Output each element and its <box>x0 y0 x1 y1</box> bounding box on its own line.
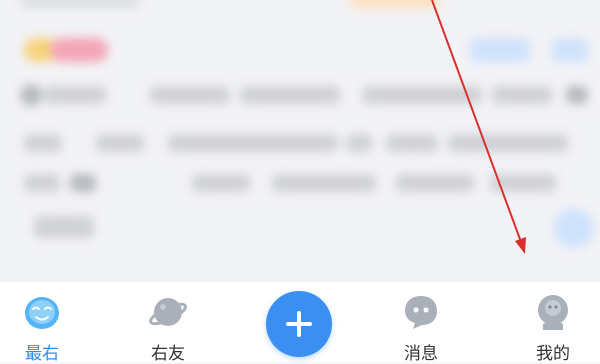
chat-bubble-icon <box>401 292 441 332</box>
tab-zuiyou[interactable]: 最右 <box>0 282 102 364</box>
tab-label-mine: 我的 <box>536 344 570 364</box>
planet-icon <box>148 292 188 332</box>
tab-messages[interactable]: 消息 <box>361 282 481 364</box>
plus-icon <box>286 311 312 337</box>
tab-label-messages: 消息 <box>404 344 438 364</box>
red-annotation-arrow <box>431 0 526 254</box>
post-button[interactable] <box>266 291 332 357</box>
tab-label-zuiyou: 最右 <box>25 344 59 364</box>
tab-youyou[interactable]: 右友 <box>108 282 228 364</box>
tab-label-youyou: 右友 <box>151 344 185 364</box>
mascot-face-icon <box>22 292 62 332</box>
profile-icon <box>533 292 573 332</box>
tab-mine[interactable]: 我的 <box>493 282 600 364</box>
